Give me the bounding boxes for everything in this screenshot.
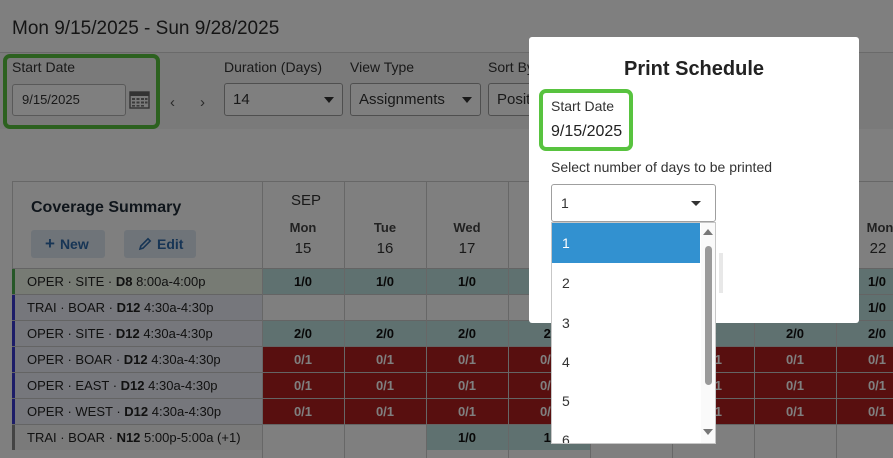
days-prompt: Select number of days to be printed [551, 159, 773, 175]
days-option[interactable]: 3 [552, 303, 700, 343]
days-select[interactable]: 1 [551, 184, 716, 222]
scroll-down-arrow-icon[interactable] [703, 429, 713, 435]
chevron-down-icon [691, 201, 701, 206]
days-option[interactable]: 5 [552, 381, 700, 421]
days-selected-value: 1 [561, 195, 569, 211]
scroll-up-arrow-icon[interactable] [703, 229, 713, 235]
dialog-start-date-highlight [539, 89, 633, 151]
days-option[interactable]: 4 [552, 342, 700, 382]
dialog-title: Print Schedule [623, 58, 765, 80]
dialog-button-edge[interactable] [719, 253, 723, 293]
days-option[interactable]: 6 [552, 420, 700, 443]
days-option[interactable]: 2 [552, 263, 700, 303]
dropdown-scrollbar-thumb[interactable] [705, 246, 712, 385]
days-option[interactable]: 1 [552, 223, 700, 263]
days-dropdown-list: 1 2 3 4 5 6 [551, 222, 716, 444]
